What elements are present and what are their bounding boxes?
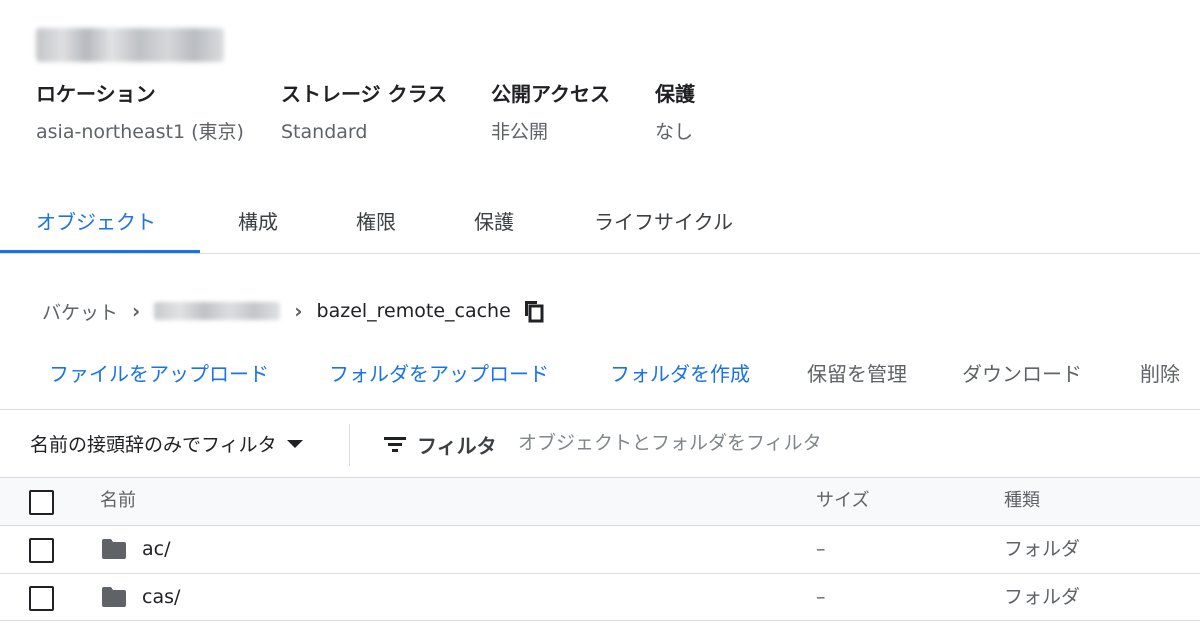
prefix-filter-dropdown[interactable]: 名前の接頭辞のみでフィルタ [30,430,303,457]
object-size: – [816,538,826,560]
column-header-size[interactable]: サイズ [816,478,869,524]
column-header-name[interactable]: 名前 [100,478,136,524]
caret-down-icon [286,439,303,448]
tab-bar: オブジェクト 構成 権限 保護 ライフサイクル [0,192,1200,254]
select-all-checkbox[interactable] [29,490,54,515]
filter-bar: 名前の接頭辞のみでフィルタ フィルタ [0,412,1200,476]
object-kind: フォルダ [1004,586,1081,608]
breadcrumb-buckets-link[interactable]: バケット [42,298,118,325]
object-size: – [816,586,826,608]
row-checkbox[interactable] [29,586,54,611]
download-button[interactable]: ダウンロード [962,358,1082,387]
table-header-row: 名前 サイズ 種類 [0,477,1200,525]
tab-lifecycle[interactable]: ライフサイクル [558,192,769,253]
table-row: ac/ – フォルダ [0,525,1200,573]
detail-label: ストレージ クラス [281,82,448,106]
bucket-details: ロケーション asia-northeast1 (東京) ストレージ クラス St… [36,80,735,146]
filter-input[interactable] [518,426,1118,460]
detail-label: ロケーション [36,82,156,106]
prefix-filter-label: 名前の接頭辞のみでフィルタ [30,434,277,456]
object-kind: フォルダ [1004,538,1081,560]
copy-icon[interactable] [523,299,545,323]
breadcrumb: バケット › › bazel_remote_cache [42,294,545,328]
detail-value: asia-northeast1 (東京) [36,121,244,143]
tab-configuration[interactable]: 構成 [200,192,320,253]
tab-permissions[interactable]: 権限 [320,192,438,253]
upload-folder-button[interactable]: フォルダをアップロード [329,358,549,387]
bucket-name-redacted [36,28,224,62]
table-row: cas/ – フォルダ [0,573,1200,621]
chevron-right-icon: › [294,299,303,323]
detail-label: 公開アクセス [491,82,610,106]
column-header-kind[interactable]: 種類 [1004,478,1040,524]
detail-value: 非公開 [491,121,549,143]
detail-location: ロケーション asia-northeast1 (東京) [36,80,244,146]
object-name-link[interactable]: ac/ [142,526,171,572]
folder-icon [102,587,126,607]
filter-icon[interactable] [384,434,406,454]
detail-value: Standard [281,121,368,143]
manage-holds-button[interactable]: 保留を管理 [807,358,907,387]
detail-value: なし [655,121,694,143]
create-folder-button[interactable]: フォルダを作成 [610,358,750,387]
folder-icon [102,539,126,559]
filter-label: フィルタ [417,434,497,458]
breadcrumb-bucket-redacted[interactable] [154,302,281,320]
action-toolbar: ファイルをアップロード フォルダをアップロード フォルダを作成 保留を管理 ダウ… [0,350,1200,410]
upload-file-button[interactable]: ファイルをアップロード [49,358,269,387]
tab-protection[interactable]: 保護 [438,192,558,253]
delete-button[interactable]: 削除 [1140,358,1180,387]
detail-storage-class: ストレージ クラス Standard [281,80,451,146]
detail-protection: 保護 なし [655,80,695,146]
objects-table: 名前 サイズ 種類 ac/ – フォルダ cas/ – フォルダ [0,477,1200,621]
detail-public-access: 公開アクセス 非公開 [491,80,615,146]
row-checkbox[interactable] [29,538,54,563]
detail-label: 保護 [655,82,695,106]
chevron-right-icon: › [132,299,141,323]
breadcrumb-current: bazel_remote_cache [316,300,511,322]
tab-objects[interactable]: オブジェクト [0,192,200,253]
object-name-link[interactable]: cas/ [142,574,180,620]
divider [349,424,350,466]
